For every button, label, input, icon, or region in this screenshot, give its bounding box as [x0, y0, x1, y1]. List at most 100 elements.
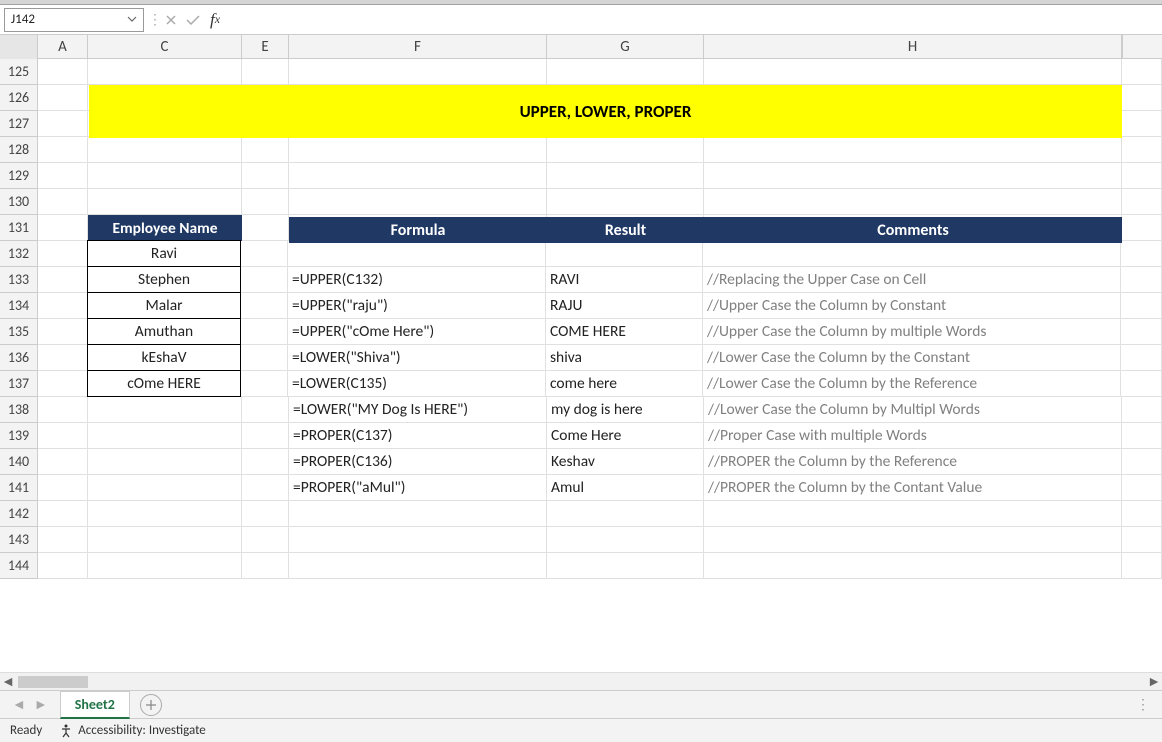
column-header-blank[interactable] [1122, 35, 1123, 58]
cell-blank[interactable] [1122, 111, 1162, 137]
cell-blank[interactable] [1122, 137, 1162, 163]
cell-C138[interactable] [88, 397, 242, 423]
cell-A130[interactable] [38, 189, 88, 215]
cell-E129[interactable] [242, 163, 289, 189]
column-header-G[interactable]: G [547, 35, 704, 58]
cell-E140[interactable] [242, 449, 289, 475]
cell-A135[interactable] [38, 319, 88, 345]
cell-F129[interactable] [289, 163, 547, 189]
cell-H141[interactable]: //PROPER the Column by the Contant Value [704, 475, 1122, 501]
cell-blank[interactable] [1122, 189, 1162, 215]
cell-blank[interactable] [1122, 475, 1162, 501]
scroll-left-icon[interactable]: ◄ [0, 673, 16, 690]
cell-E131[interactable] [242, 215, 289, 241]
row-header-128[interactable]: 128 [0, 137, 38, 163]
cell-A137[interactable] [38, 371, 88, 397]
row-header-133[interactable]: 133 [0, 267, 38, 293]
cell-H138[interactable]: //Lower Case the Column by Multipl Words [704, 397, 1122, 423]
cell-G143[interactable] [547, 527, 704, 553]
cell-A134[interactable] [38, 293, 88, 319]
fx-button[interactable]: fx [204, 8, 226, 32]
cell-E141[interactable] [242, 475, 289, 501]
cell-blank[interactable] [1121, 293, 1162, 319]
row-header-134[interactable]: 134 [0, 293, 38, 319]
cell-C131[interactable]: Employee Name [88, 215, 242, 241]
cell-F130[interactable] [289, 189, 547, 215]
cell-H128[interactable] [704, 137, 1122, 163]
cell-C134[interactable]: Malar [87, 292, 241, 319]
cell-blank[interactable] [1121, 241, 1162, 267]
cell-blank[interactable] [1121, 371, 1162, 397]
cell-A139[interactable] [38, 423, 88, 449]
row-header-129[interactable]: 129 [0, 163, 38, 189]
cell-G144[interactable] [547, 553, 704, 579]
cell-A128[interactable] [38, 137, 88, 163]
horizontal-scrollbar[interactable]: ◄ ► [0, 672, 1162, 690]
row-header-130[interactable]: 130 [0, 189, 38, 215]
cell-A127[interactable] [38, 111, 88, 137]
cell-blank[interactable] [1122, 553, 1162, 579]
cell-E142[interactable] [242, 501, 289, 527]
cell-G140[interactable]: Keshav [547, 449, 704, 475]
column-header-C[interactable]: C [88, 35, 242, 58]
cell-F144[interactable] [289, 553, 547, 579]
cell-G141[interactable]: Amul [547, 475, 704, 501]
row-header-144[interactable]: 144 [0, 553, 38, 579]
cell-C129[interactable] [88, 163, 242, 189]
accessibility-status[interactable]: Accessibility: Investigate [58, 723, 206, 739]
cell-F136[interactable]: =LOWER("Shiva") [288, 345, 546, 371]
cell-H130[interactable] [704, 189, 1122, 215]
cell-H135[interactable]: //Upper Case the Column by multiple Word… [703, 319, 1121, 345]
row-header-131[interactable]: 131 [0, 215, 38, 241]
cell-G125[interactable] [547, 59, 704, 85]
cell-H125[interactable] [704, 59, 1122, 85]
cell-F138[interactable]: =LOWER("MY Dog Is HERE") [289, 397, 547, 423]
cell-A133[interactable] [38, 267, 88, 293]
cell-F133[interactable]: =UPPER(C132) [288, 267, 546, 293]
column-header-A[interactable]: A [38, 35, 88, 58]
cell-blank[interactable] [1122, 397, 1162, 423]
cell-C143[interactable] [88, 527, 242, 553]
cell-F135[interactable]: =UPPER("cOme Here") [288, 319, 546, 345]
cell-E143[interactable] [242, 527, 289, 553]
cell-C139[interactable] [88, 423, 242, 449]
cell-E135[interactable] [241, 319, 288, 345]
cell-C132[interactable]: Ravi [87, 240, 241, 267]
cell-C128[interactable] [88, 137, 242, 163]
cell-G129[interactable] [547, 163, 704, 189]
cell-E132[interactable] [241, 241, 288, 267]
row-header-141[interactable]: 141 [0, 475, 38, 501]
scrollbar-thumb[interactable] [18, 676, 88, 688]
cell-H134[interactable]: //Upper Case the Column by Constant [703, 293, 1121, 319]
cell-blank[interactable] [1121, 319, 1162, 345]
tab-prev-icon[interactable]: ◄ [12, 696, 26, 713]
cell-F139[interactable]: =PROPER(C137) [289, 423, 547, 449]
row-header-138[interactable]: 138 [0, 397, 38, 423]
cell-A140[interactable] [38, 449, 88, 475]
cell-G128[interactable] [547, 137, 704, 163]
cell-A136[interactable] [38, 345, 88, 371]
cell-H144[interactable] [704, 553, 1122, 579]
cell-A144[interactable] [38, 553, 88, 579]
cell-C135[interactable]: Amuthan [87, 318, 241, 345]
row-header-143[interactable]: 143 [0, 527, 38, 553]
cell-G133[interactable]: RAVI [546, 267, 703, 293]
cell-F128[interactable] [289, 137, 547, 163]
cell-H139[interactable]: //Proper Case with multiple Words [704, 423, 1122, 449]
cell-H143[interactable] [704, 527, 1122, 553]
cell-G139[interactable]: Come Here [547, 423, 704, 449]
row-header-127[interactable]: 127 [0, 111, 38, 137]
cell-C144[interactable] [88, 553, 242, 579]
cell-A138[interactable] [38, 397, 88, 423]
cell-E139[interactable] [242, 423, 289, 449]
cell-F141[interactable]: =PROPER("aMul") [289, 475, 547, 501]
cell-blank[interactable] [1121, 345, 1162, 371]
tabs-options-icon[interactable]: ⋮ [1124, 696, 1162, 713]
cell-A142[interactable] [38, 501, 88, 527]
cell-blank[interactable] [1122, 59, 1162, 85]
cell-F137[interactable]: =LOWER(C135) [288, 371, 546, 397]
cell-H129[interactable] [704, 163, 1122, 189]
cell-F134[interactable]: =UPPER("raju") [288, 293, 546, 319]
cell-C130[interactable] [88, 189, 242, 215]
cancel-formula-button[interactable] [160, 8, 182, 32]
